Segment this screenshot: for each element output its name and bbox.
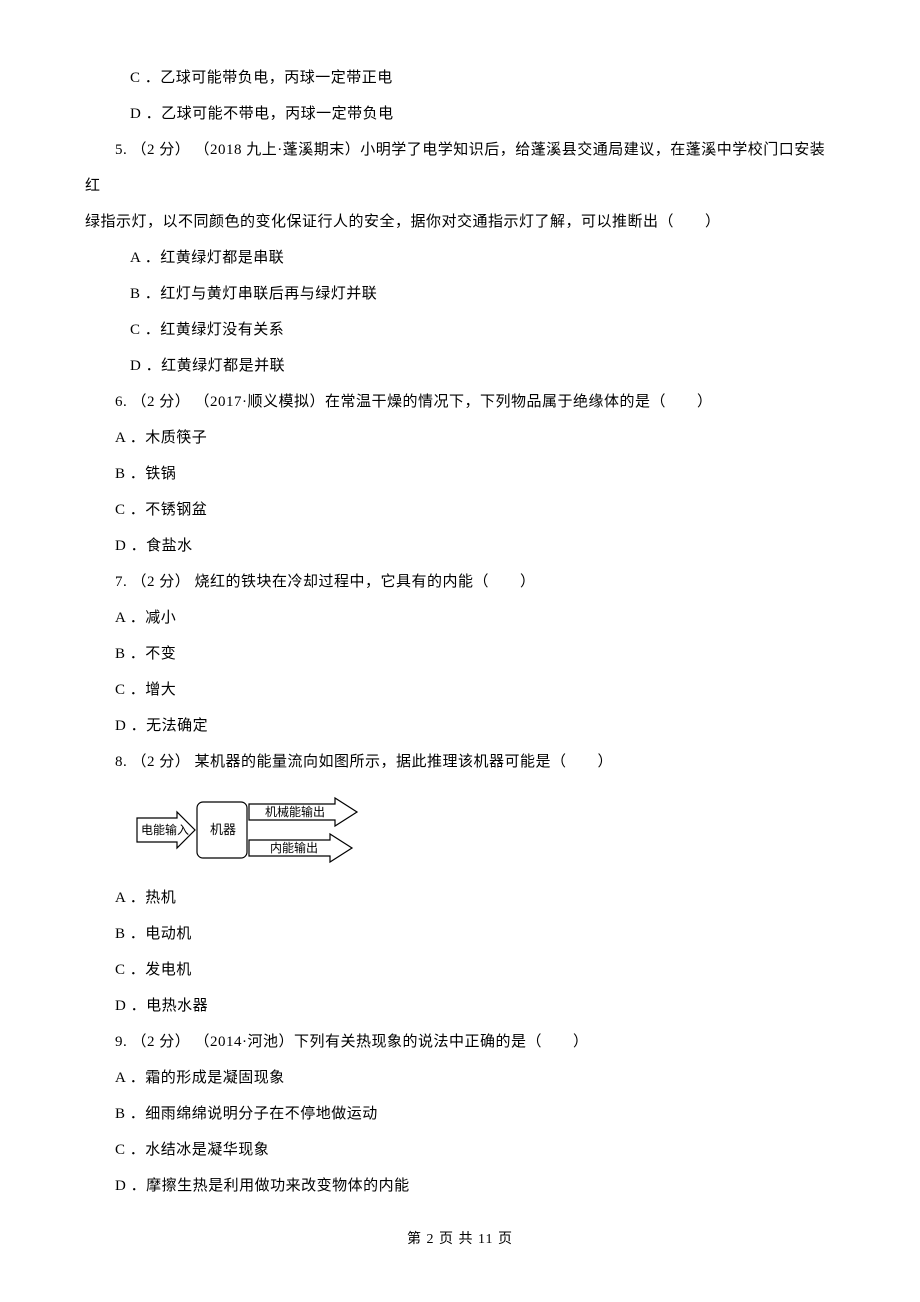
diagram-input-label: 电能输入 (141, 822, 189, 837)
q9-option-b: B ．细雨绵绵说明分子在不停地做运动 (85, 1096, 835, 1132)
q7-option-a: A ．减小 (85, 600, 835, 636)
q9-option-c: C ．水结冰是凝华现象 (85, 1132, 835, 1168)
q5-option-a: A ．红黄绿灯都是串联 (85, 240, 835, 276)
q5-option-c: C ．红黄绿灯没有关系 (85, 312, 835, 348)
q6-option-d: D ．食盐水 (85, 528, 835, 564)
q5-stem-line2: 绿指示灯，以不同颜色的变化保证行人的安全，据你对交通指示灯了解，可以推断出（ ） (85, 204, 835, 240)
q6-option-c: C ．不锈钢盆 (85, 492, 835, 528)
q5-option-b: B ．红灯与黄灯串联后再与绿灯并联 (85, 276, 835, 312)
q8-option-c: C ．发电机 (85, 952, 835, 988)
q4-option-c: C ．乙球可能带负电，丙球一定带正电 (85, 60, 835, 96)
diagram-machine-label: 机器 (210, 822, 236, 837)
q8-stem: 8. （2 分） 某机器的能量流向如图所示，据此推理该机器可能是（ ） (85, 744, 835, 780)
q7-option-b: B ．不变 (85, 636, 835, 672)
q9-stem: 9. （2 分） （2014·河池）下列有关热现象的说法中正确的是（ ） (85, 1024, 835, 1060)
diagram-output-bottom-label: 内能输出 (270, 840, 318, 855)
q9-option-d: D ．摩擦生热是利用做功来改变物体的内能 (85, 1168, 835, 1204)
q7-option-c: C ．增大 (85, 672, 835, 708)
q4-option-d: D ．乙球可能不带电，丙球一定带负电 (85, 96, 835, 132)
q8-option-d: D ．电热水器 (85, 988, 835, 1024)
q9-option-a: A ．霜的形成是凝固现象 (85, 1060, 835, 1096)
diagram-output-top-label: 机械能输出 (265, 804, 325, 819)
q6-option-b: B ．铁锅 (85, 456, 835, 492)
q5-option-d: D ．红黄绿灯都是并联 (85, 348, 835, 384)
q7-stem: 7. （2 分） 烧红的铁块在冷却过程中，它具有的内能（ ） (85, 564, 835, 600)
q5-stem-line1: 5. （2 分） （2018 九上·蓬溪期末）小明学了电学知识后，给蓬溪县交通局… (85, 132, 835, 204)
page-footer: 第 2 页 共 11 页 (0, 1223, 920, 1257)
q8-option-b: B ．电动机 (85, 916, 835, 952)
q7-option-d: D ．无法确定 (85, 708, 835, 744)
q8-option-a: A ．热机 (85, 880, 835, 916)
q8-energy-flow-diagram: 电能输入 机器 机械能输出 内能输出 (135, 790, 835, 870)
q6-stem: 6. （2 分） （2017·顺义模拟）在常温干燥的情况下，下列物品属于绝缘体的… (85, 384, 835, 420)
q6-option-a: A ．木质筷子 (85, 420, 835, 456)
document-page: C ．乙球可能带负电，丙球一定带正电 D ．乙球可能不带电，丙球一定带负电 5.… (0, 0, 920, 1302)
